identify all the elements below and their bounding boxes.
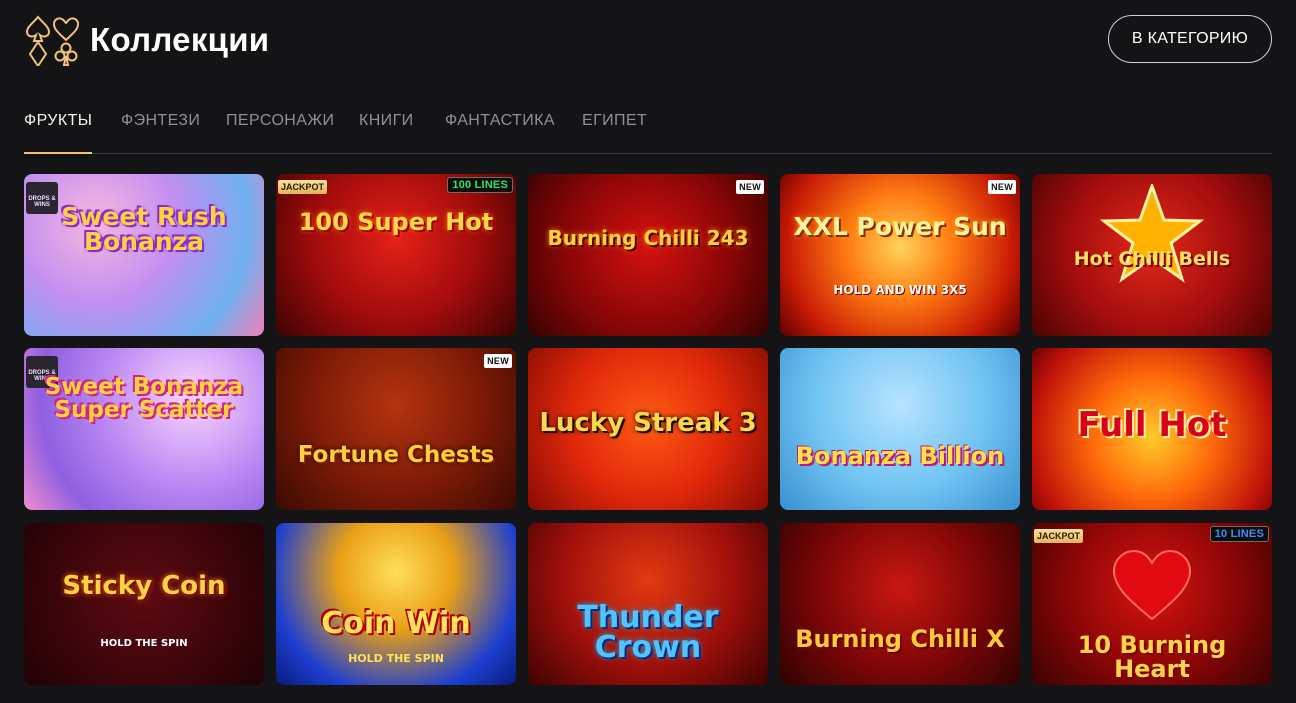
- game-title: Fortune Chests: [297, 442, 495, 468]
- game-title: Hot Chilli Bells: [1073, 248, 1231, 270]
- game-card-burning-chilli-x[interactable]: Burning Chilli X: [780, 523, 1020, 685]
- game-title: Full Hot: [1077, 405, 1227, 445]
- game-card-fortune-chests[interactable]: NEW Fortune Chests: [276, 348, 516, 510]
- game-card-bonanza-billion[interactable]: Bonanza Billion: [780, 348, 1020, 510]
- game-title: Thunder Crown: [577, 600, 719, 665]
- tab-fantasy[interactable]: ФЭНТЕЗИ: [121, 112, 200, 153]
- game-card-full-hot[interactable]: Full Hot: [1032, 348, 1272, 510]
- page-title: Коллекции: [90, 21, 270, 58]
- game-card-burning-chilli-243[interactable]: NEW Burning Chilli 243: [528, 174, 768, 336]
- new-badge: NEW: [988, 180, 1016, 194]
- game-card-sweet-bonanza-super-scatter[interactable]: DROPS & WINS Sweet Bonanza Super Scatter: [24, 348, 264, 510]
- game-title: Lucky Streak 3: [539, 408, 757, 438]
- new-badge: NEW: [484, 354, 512, 368]
- game-card-xxl-power-sun[interactable]: NEW XXL Power Sun HOLD AND WIN 3X5: [780, 174, 1020, 336]
- lines-badge: 10 LINES: [1209, 526, 1269, 542]
- tab-books[interactable]: КНИГИ: [359, 112, 414, 153]
- game-card-coin-win[interactable]: Coin Win HOLD THE SPIN: [276, 523, 516, 685]
- game-card-10-burning-heart[interactable]: JACKPOT 10 LINES 10 Burning Heart: [1032, 523, 1272, 685]
- game-subtitle: HOLD THE SPIN: [348, 652, 444, 665]
- heart-icon: [1112, 549, 1192, 621]
- game-title: Burning Chilli 243: [547, 226, 749, 250]
- game-subtitle: HOLD THE SPIN: [100, 638, 188, 649]
- game-title: 10 Burning Heart: [1077, 631, 1227, 683]
- game-card-sweet-rush-bonanza[interactable]: DROPS & WINS Sweet Rush Bonanza: [24, 174, 264, 336]
- game-card-sticky-coin[interactable]: Sticky Coin HOLD THE SPIN: [24, 523, 264, 685]
- new-badge: NEW: [736, 180, 764, 194]
- game-title: Sticky Coin: [62, 571, 226, 601]
- game-card-thunder-crown[interactable]: Thunder Crown: [528, 523, 768, 685]
- collection-tabs: ФРУКТЫ ФЭНТЕЗИ ПЕРСОНАЖИ КНИГИ ФАНТАСТИК…: [24, 104, 1272, 154]
- to-category-button[interactable]: В КАТЕГОРИЮ: [1108, 15, 1272, 63]
- games-grid: DROPS & WINS Sweet Rush Bonanza JACKPOT …: [24, 174, 1272, 686]
- jackpot-badge: JACKPOT: [278, 180, 328, 194]
- game-title: XXL Power Sun: [793, 212, 1007, 241]
- game-title: Bonanza Billion: [795, 442, 1005, 470]
- tab-egypt[interactable]: ЕГИПЕТ: [582, 112, 647, 153]
- game-card-hot-chilli-bells[interactable]: Hot Chilli Bells: [1032, 174, 1272, 336]
- tab-characters[interactable]: ПЕРСОНАЖИ: [226, 112, 334, 153]
- game-subtitle: HOLD AND WIN 3X5: [833, 283, 967, 297]
- game-card-100-super-hot[interactable]: JACKPOT 100 LINES 100 Super Hot: [276, 174, 516, 336]
- game-card-lucky-streak-3[interactable]: Lucky Streak 3: [528, 348, 768, 510]
- game-title: Sweet Bonanza Super Scatter: [44, 374, 244, 423]
- game-title: Burning Chilli X: [795, 625, 1005, 653]
- tab-sci-fi[interactable]: ФАНТАСТИКА: [445, 112, 555, 153]
- jackpot-badge: JACKPOT: [1034, 529, 1084, 543]
- lines-badge: 100 LINES: [447, 177, 513, 193]
- game-title: Coin Win: [321, 606, 471, 641]
- game-title: Sweet Rush Bonanza: [61, 202, 227, 256]
- collections-header: Коллекции В КАТЕГОРИЮ: [24, 14, 1272, 66]
- card-suits-icon: [25, 15, 80, 66]
- game-title: 100 Super Hot: [298, 208, 494, 236]
- tab-fruits[interactable]: ФРУКТЫ: [24, 112, 93, 154]
